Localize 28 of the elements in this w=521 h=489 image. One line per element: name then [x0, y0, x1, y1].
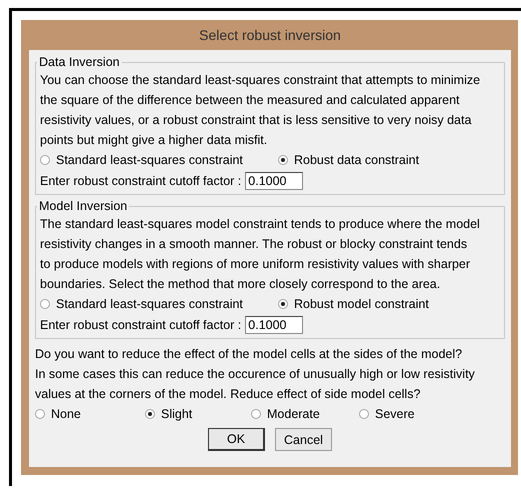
radio-icon[interactable]: [40, 155, 50, 165]
dialog-button[interactable]: OK: [208, 428, 265, 451]
radio-icon[interactable]: [251, 409, 261, 419]
cutoff-label: Enter robust constraint cutoff factor :: [40, 174, 242, 188]
group-title: Model Inversion: [38, 198, 128, 214]
radio-option[interactable]: None: [35, 407, 145, 421]
question-text: Do you want to reduce the effect of the model cells at the sides of the model? In some cases this can reduce the occurence of unusually high or low resistivity values at the corners of the model. Reduce effect of side model cells?: [35, 346, 476, 403]
description-text: You can choose the standard least-squares constraint that attempts to minimize the square of the difference between the measured and calculated apparent resistivity values, or a robust constraint that is less sensitive to very noisy data points but might give a higher data misfit.: [40, 72, 482, 149]
radio-icon[interactable]: [278, 155, 288, 165]
cutoff-field[interactable]: 0.1000: [245, 316, 304, 334]
radio-option[interactable]: Slight: [145, 407, 251, 421]
cutoff-label: Enter robust constraint cutoff factor :: [40, 318, 242, 332]
radio-icon[interactable]: [35, 409, 45, 419]
window-title: Select robust inversion: [198, 26, 342, 45]
radio-icon[interactable]: [40, 299, 50, 309]
dialog-button[interactable]: Cancel: [275, 428, 332, 451]
description-text: The standard least-squares model constraint tends to produce where the model resistivity changes in a smooth manner. The robust or blocky constraint tends to produce models with regions of more uniform resistivity values with sharper boundaries. Select the method that more closely correspond to the area.: [40, 216, 481, 293]
group-title: Data Inversion: [38, 54, 121, 70]
cutoff-field[interactable]: 0.1000: [245, 172, 304, 190]
radio-option[interactable]: Robust data constraint: [278, 153, 458, 167]
radio-option[interactable]: Standard least-squares constraint: [40, 153, 278, 167]
radio-icon[interactable]: [145, 409, 155, 419]
radio-option[interactable]: Standard least-squares constraint: [40, 297, 278, 311]
radio-icon[interactable]: [359, 409, 369, 419]
radio-option[interactable]: Robust model constraint: [278, 297, 458, 311]
radio-option[interactable]: Severe: [359, 407, 449, 421]
radio-option[interactable]: Moderate: [251, 407, 359, 421]
radio-icon[interactable]: [278, 299, 288, 309]
